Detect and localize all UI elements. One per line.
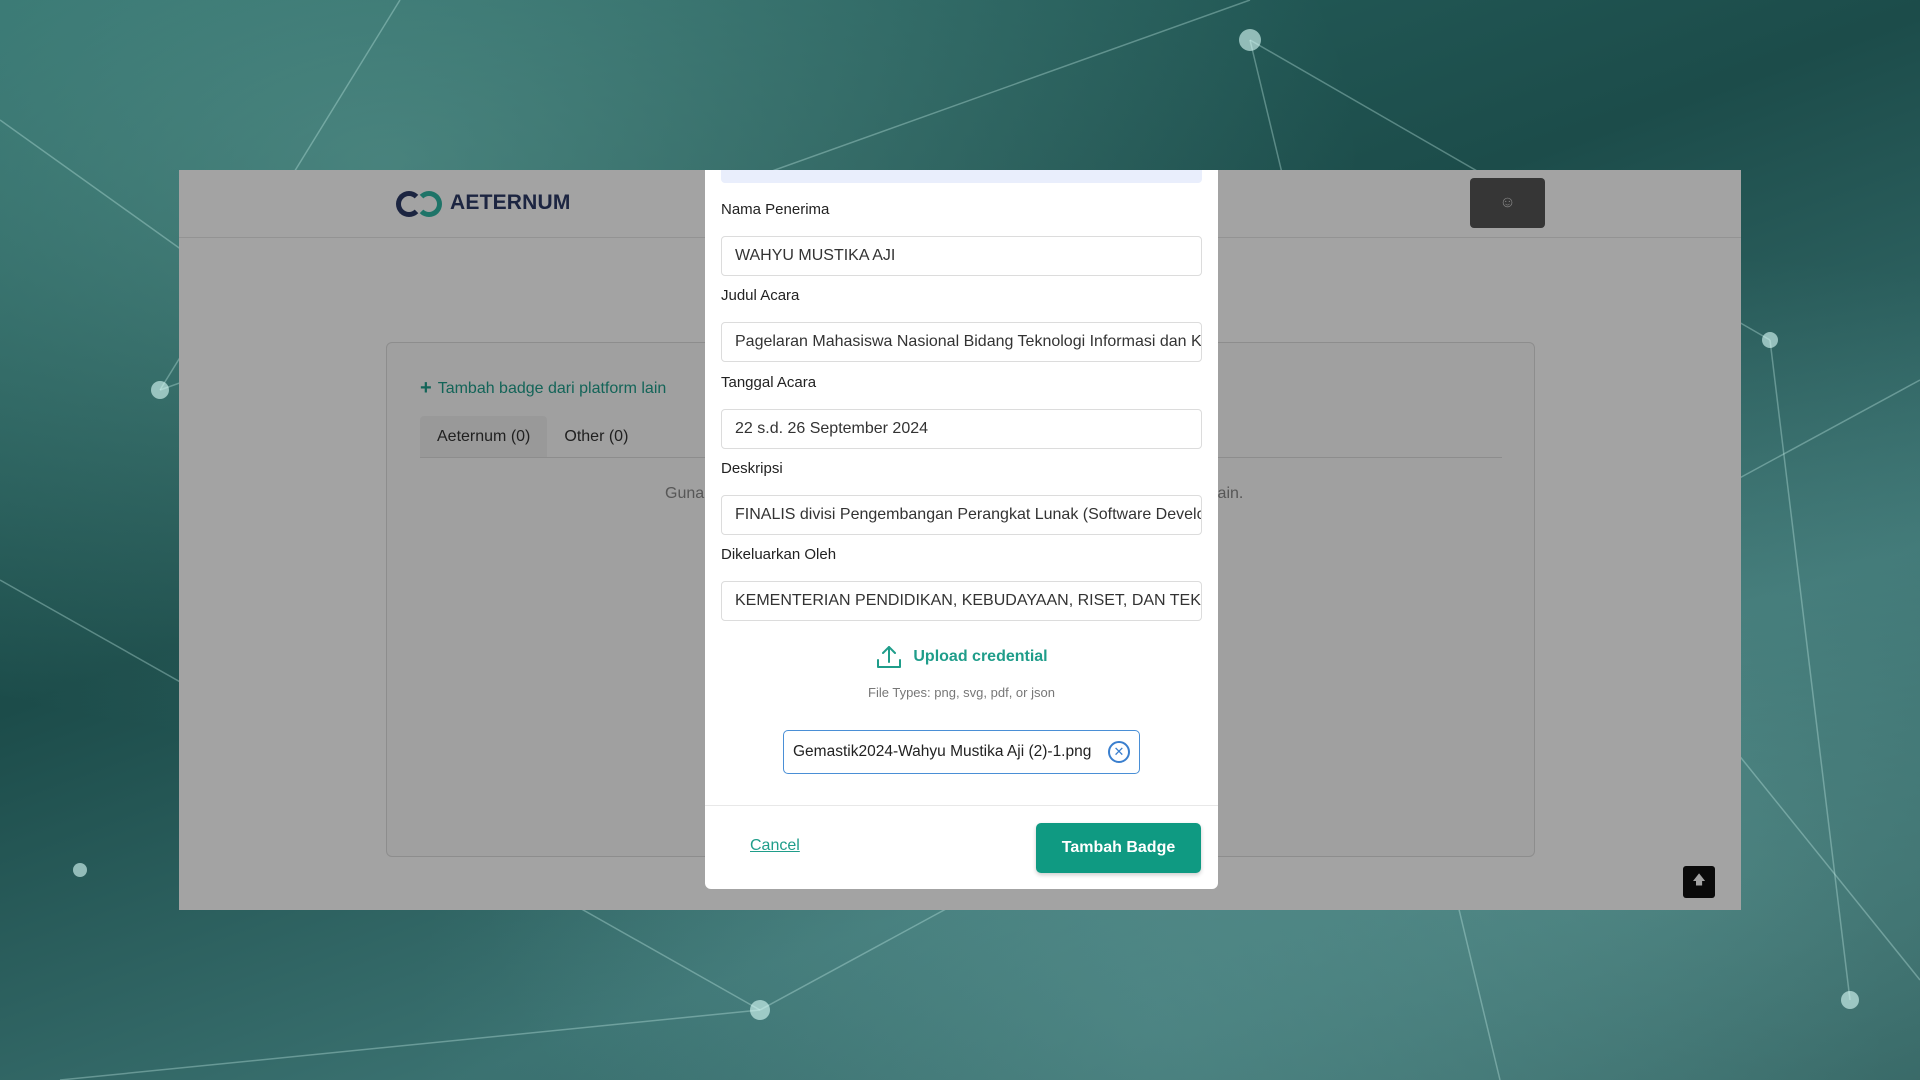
event-date-input[interactable]: 22 s.d. 26 September 2024 (721, 409, 1202, 449)
issuer-field: Dikeluarkan Oleh KEMENTERIAN PENDIDIKAN,… (721, 544, 1202, 621)
description-label: Deskripsi (721, 460, 783, 477)
upload-credential-button[interactable]: Upload credential (705, 643, 1218, 671)
event-date-field: Tanggal Acara 22 s.d. 26 September 2024 (721, 372, 1202, 449)
description-field: Deskripsi FINALIS divisi Pengembangan Pe… (721, 458, 1202, 535)
add-badge-modal: Nama Penerima WAHYU MUSTIKA AJI Judul Ac… (705, 170, 1218, 889)
close-circle-icon[interactable]: ✕ (1108, 741, 1130, 763)
event-title-input[interactable]: Pagelaran Mahasiswa Nasional Bidang Tekn… (721, 322, 1202, 362)
upload-icon (877, 646, 902, 668)
event-title-field: Judul Acara Pagelaran Mahasiswa Nasional… (721, 285, 1202, 362)
upload-credential-label: Upload credential (913, 648, 1048, 665)
issuer-input[interactable]: KEMENTERIAN PENDIDIKAN, KEBUDAYAAN, RISE… (721, 581, 1202, 621)
modal-footer-divider (705, 805, 1218, 806)
event-title-label: Judul Acara (721, 287, 800, 304)
recipient-name-label: Nama Penerima (721, 201, 830, 218)
add-badge-submit-button[interactable]: Tambah Badge (1036, 823, 1201, 873)
uploaded-file-chip: Gemastik2024-Wahyu Mustika Aji (2)-1.png… (783, 730, 1140, 774)
file-types-hint: File Types: png, svg, pdf, or json (868, 685, 1055, 700)
description-input[interactable]: FINALIS divisi Pengembangan Perangkat Lu… (721, 495, 1202, 535)
uploaded-file-name: Gemastik2024-Wahyu Mustika Aji (2)-1.png (793, 743, 1092, 760)
recipient-name-field: Nama Penerima WAHYU MUSTIKA AJI (721, 199, 1202, 276)
issuer-label: Dikeluarkan Oleh (721, 546, 837, 563)
scrolled-field-remnant (721, 170, 1202, 183)
recipient-name-input[interactable]: WAHYU MUSTIKA AJI (721, 236, 1202, 276)
event-date-label: Tanggal Acara (721, 374, 817, 391)
cancel-button[interactable]: Cancel (750, 837, 800, 855)
